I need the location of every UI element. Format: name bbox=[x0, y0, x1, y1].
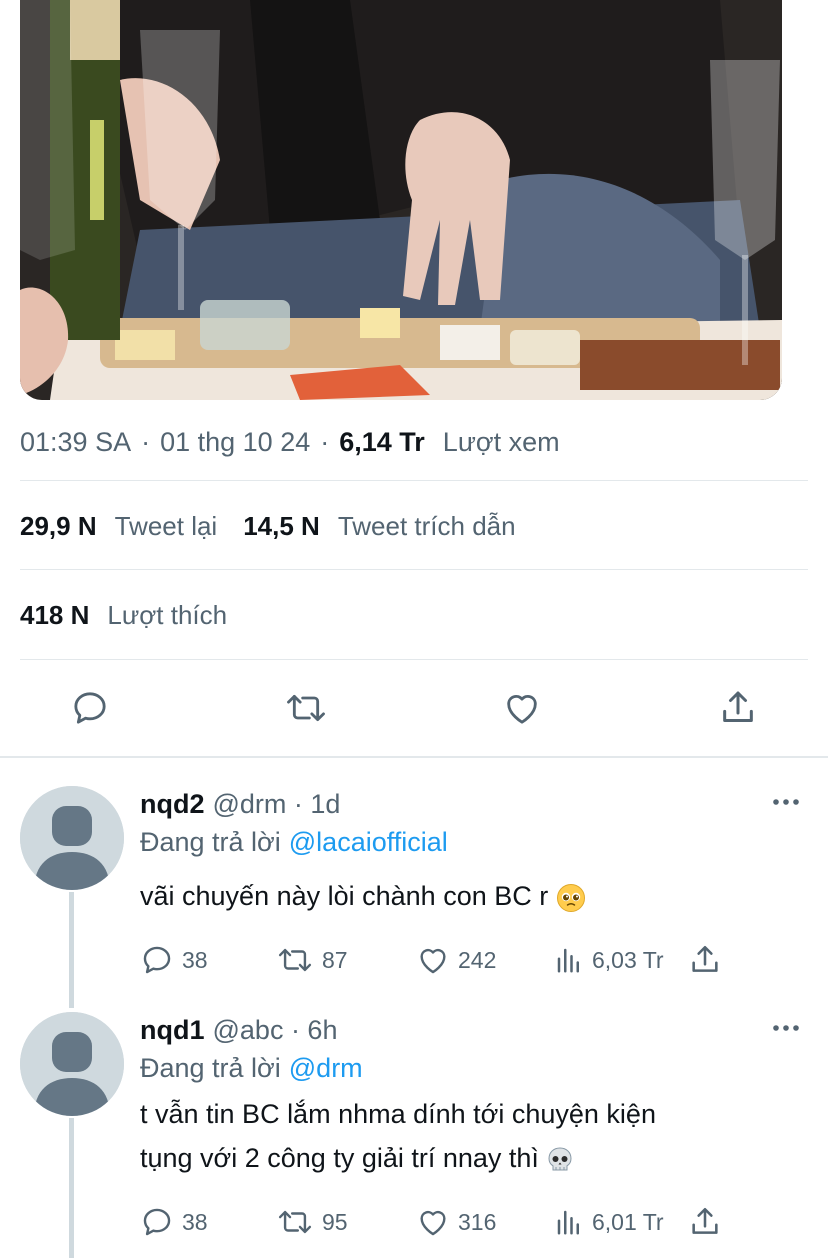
retweet-icon bbox=[287, 694, 325, 722]
avatar[interactable] bbox=[20, 1012, 124, 1116]
avatar[interactable] bbox=[20, 786, 124, 890]
reply-author-name[interactable]: nqd1 bbox=[140, 1015, 205, 1046]
replying-to-label: Đang trả lời bbox=[140, 1053, 281, 1083]
tweet-time: 01:39 SA bbox=[20, 426, 132, 457]
reply-like-count: 316 bbox=[458, 1208, 497, 1235]
reply-icon bbox=[143, 1208, 171, 1236]
reply-share-button[interactable] bbox=[688, 1202, 730, 1242]
quotes-label[interactable]: Tweet trích dẫn bbox=[338, 511, 516, 542]
tweet-views-count[interactable]: 6,14 Tr bbox=[339, 427, 425, 458]
reply-views-count: 6,03 Tr bbox=[592, 946, 664, 973]
reply-icon bbox=[74, 692, 106, 724]
share-icon bbox=[723, 691, 753, 722]
likes-label[interactable]: Lượt thích bbox=[107, 600, 227, 631]
reply-views-button[interactable]: 6,01 Tr bbox=[554, 1202, 664, 1242]
more-options-button[interactable] bbox=[768, 1018, 804, 1038]
reply-text-line: t vẫn tin BC lắm nhma dính tới chuyện ki… bbox=[140, 1099, 656, 1129]
pleading-face-emoji bbox=[556, 883, 585, 912]
thread-line bbox=[69, 1118, 74, 1258]
tweet-meta: 01:39 SA · 01 thg 10 24 · 6,14 Tr Lượt x… bbox=[20, 420, 560, 464]
reply-like-button[interactable]: 316 bbox=[416, 1202, 496, 1242]
reply-retweet-count: 87 bbox=[322, 946, 348, 973]
reply-reply-count: 38 bbox=[182, 1208, 208, 1235]
meta-separator: · bbox=[320, 426, 330, 457]
quotes-count[interactable]: 14,5 N bbox=[243, 511, 320, 542]
tweet-views-label: Lượt xem bbox=[442, 426, 560, 457]
views-icon bbox=[557, 1210, 579, 1235]
reply-text-body: vãi chuyến này lòi chành con BC r bbox=[140, 881, 549, 911]
reply-views-count: 6,01 Tr bbox=[592, 1208, 664, 1235]
retweets-count[interactable]: 29,9 N bbox=[20, 511, 97, 542]
reply-author-handle[interactable]: @abc · 6h bbox=[213, 1015, 338, 1046]
views-icon bbox=[557, 948, 579, 973]
reply-text-line: tụng với 2 công ty giải trí nnay thì bbox=[140, 1136, 780, 1180]
default-avatar-icon bbox=[20, 786, 124, 890]
thread-line bbox=[69, 892, 74, 1008]
reply-header: nqd1 @abc · 6h bbox=[140, 1010, 337, 1050]
default-avatar-icon bbox=[20, 1012, 124, 1116]
tweet-photo-image bbox=[20, 0, 782, 400]
tweet-date: 01 thg 10 24 bbox=[160, 426, 311, 457]
reply-author-handle[interactable]: @drm · 1d bbox=[213, 789, 341, 820]
likes-count[interactable]: 418 N bbox=[20, 600, 89, 631]
share-icon bbox=[692, 1207, 718, 1234]
retweet-stats: 29,9 N Tweet lại 14,5 N Tweet trích dẫn bbox=[20, 504, 542, 548]
reply-views-button[interactable]: 6,03 Tr bbox=[554, 940, 664, 980]
share-icon bbox=[692, 945, 718, 972]
skull-emoji bbox=[548, 1147, 572, 1171]
divider bbox=[20, 480, 808, 481]
replying-to-label: Đang trả lời bbox=[140, 827, 281, 857]
reply-reply-button[interactable]: 38 bbox=[140, 1202, 208, 1242]
meta-separator: · bbox=[141, 426, 151, 457]
like-icon bbox=[507, 694, 537, 724]
reply-action-bar: 38 87 242 6,03 Tr bbox=[140, 940, 740, 980]
reply-button[interactable] bbox=[68, 686, 112, 730]
reply-icon bbox=[143, 946, 171, 974]
reply-text: vãi chuyến này lòi chành con BC r bbox=[140, 874, 780, 918]
section-divider bbox=[0, 756, 828, 758]
reply-like-button[interactable]: 242 bbox=[416, 940, 496, 980]
reply-like-count: 242 bbox=[458, 946, 497, 973]
divider bbox=[20, 569, 808, 570]
divider bbox=[20, 659, 808, 660]
reply-header: nqd2 @drm · 1d bbox=[140, 784, 340, 824]
reply-author-name[interactable]: nqd2 bbox=[140, 789, 205, 820]
more-options-button[interactable] bbox=[768, 792, 804, 812]
tweet-action-bar bbox=[0, 684, 828, 734]
replying-to-mention[interactable]: @drm bbox=[289, 1053, 363, 1083]
reply-retweet-count: 95 bbox=[322, 1208, 348, 1235]
more-icon bbox=[773, 1025, 799, 1031]
tweet-photo[interactable] bbox=[20, 0, 782, 400]
reply-reply-button[interactable]: 38 bbox=[140, 940, 208, 980]
retweet-icon bbox=[278, 1210, 312, 1234]
reply-share-button[interactable] bbox=[688, 940, 730, 980]
retweets-label[interactable]: Tweet lại bbox=[115, 511, 218, 542]
reply-text: t vẫn tin BC lắm nhma dính tới chuyện ki… bbox=[140, 1092, 780, 1180]
share-button[interactable] bbox=[716, 686, 760, 730]
retweet-button[interactable] bbox=[284, 686, 328, 730]
retweet-icon bbox=[278, 948, 312, 972]
like-icon bbox=[420, 1210, 446, 1236]
reply-action-bar: 38 95 316 6,01 Tr bbox=[140, 1202, 740, 1242]
replying-to: Đang trả lời @lacaiofficial bbox=[140, 822, 448, 862]
replying-to-mention[interactable]: @lacaiofficial bbox=[289, 827, 448, 857]
replying-to: Đang trả lời @drm bbox=[140, 1048, 363, 1088]
more-icon bbox=[773, 799, 799, 805]
reply-retweet-button[interactable]: 87 bbox=[276, 940, 348, 980]
like-button[interactable] bbox=[500, 686, 544, 730]
reply-text-line-2: tụng với 2 công ty giải trí nnay thì bbox=[140, 1143, 539, 1173]
reply-retweet-button[interactable]: 95 bbox=[276, 1202, 348, 1242]
like-stats: 418 N Lượt thích bbox=[20, 593, 253, 637]
reply-reply-count: 38 bbox=[182, 946, 208, 973]
like-icon bbox=[420, 948, 446, 974]
